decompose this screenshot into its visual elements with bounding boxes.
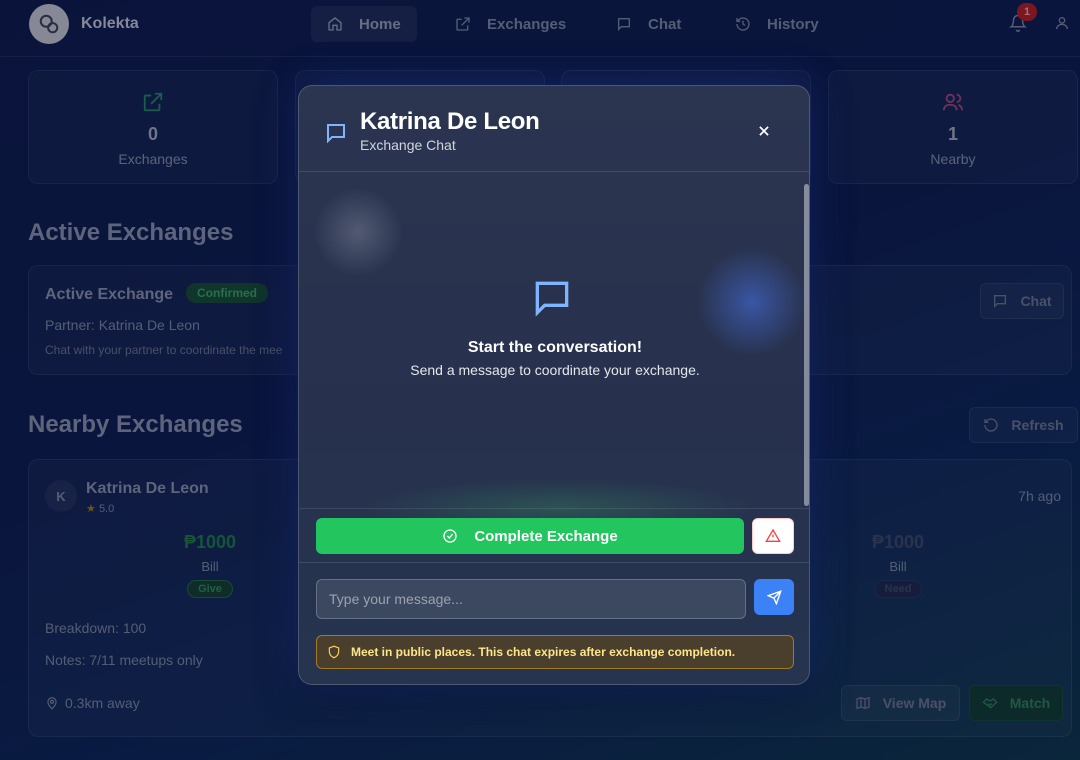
chat-icon [327, 124, 345, 144]
modal-header: Katrina De Leon Exchange Chat [299, 86, 809, 172]
complete-exchange-button[interactable]: Complete Exchange [316, 518, 744, 554]
modal-title: Katrina De Leon [360, 108, 540, 135]
empty-state-title: Start the conversation! [467, 339, 643, 356]
divider [299, 562, 809, 563]
message-input[interactable] [316, 579, 746, 619]
message-list[interactable]: Start the conversation! Send a message t… [299, 172, 809, 538]
modal-subtitle: Exchange Chat [360, 137, 456, 153]
warning-triangle-icon [765, 528, 781, 542]
close-icon[interactable] [757, 124, 771, 138]
send-icon [766, 589, 782, 605]
safety-notice-text: Meet in public places. This chat expires… [351, 645, 736, 659]
decorative-blur [313, 187, 403, 277]
chat-modal: Katrina De Leon Exchange Chat Start the … [298, 85, 810, 685]
send-button[interactable] [754, 579, 794, 615]
shield-icon [328, 645, 340, 659]
safety-notice: Meet in public places. This chat expires… [316, 635, 794, 669]
report-button[interactable] [752, 518, 794, 554]
check-circle-icon [443, 529, 457, 543]
empty-state-subtitle: Send a message to coordinate your exchan… [410, 362, 700, 378]
complete-exchange-label: Complete Exchange [474, 527, 618, 545]
chat-bubble-icon [535, 281, 569, 317]
